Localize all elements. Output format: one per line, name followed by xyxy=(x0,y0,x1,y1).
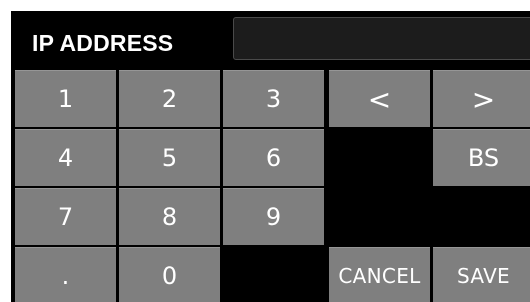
key-3[interactable]: 3 xyxy=(223,70,324,127)
key-8[interactable]: 8 xyxy=(119,188,220,245)
key-5[interactable]: 5 xyxy=(119,129,220,186)
ip-address-dialog: IP ADDRESS 1 2 3 < > 4 5 6 BS 7 8 9 . 0 … xyxy=(11,11,530,302)
key-0[interactable]: 0 xyxy=(119,247,220,302)
cancel-button[interactable]: CANCEL xyxy=(329,247,430,302)
key-6[interactable]: 6 xyxy=(223,129,324,186)
key-2[interactable]: 2 xyxy=(119,70,220,127)
key-dot[interactable]: . xyxy=(15,247,116,302)
cursor-left-button[interactable]: < xyxy=(329,70,430,127)
chevron-right-icon: > xyxy=(471,82,496,116)
chevron-left-icon: < xyxy=(367,82,392,116)
cursor-right-button[interactable]: > xyxy=(433,70,530,127)
ip-address-field[interactable] xyxy=(233,17,530,60)
key-9[interactable]: 9 xyxy=(223,188,324,245)
save-button[interactable]: SAVE xyxy=(433,247,530,302)
key-1[interactable]: 1 xyxy=(15,70,116,127)
backspace-button[interactable]: BS xyxy=(433,129,530,186)
key-4[interactable]: 4 xyxy=(15,129,116,186)
key-7[interactable]: 7 xyxy=(15,188,116,245)
dialog-title: IP ADDRESS xyxy=(32,30,174,56)
